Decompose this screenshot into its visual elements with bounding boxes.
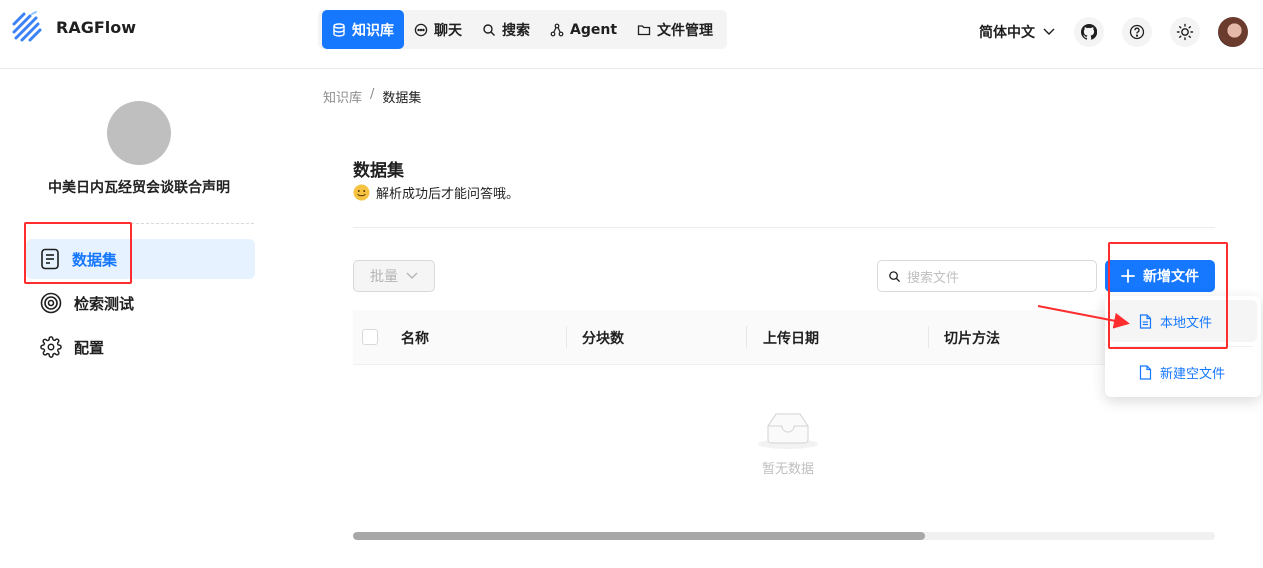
menu-item-new-empty-file[interactable]: 新建空文件 <box>1109 351 1257 393</box>
nav-chat[interactable]: 聊天 <box>404 10 472 49</box>
new-file-label: 新增文件 <box>1143 269 1199 285</box>
main-nav: 知识库 聊天 搜索 Agent 文件管理 <box>318 10 728 49</box>
divider <box>353 227 1215 228</box>
chevron-down-icon <box>1043 28 1055 35</box>
scrollbar-thumb[interactable] <box>353 532 925 540</box>
subtitle-text: 解析成功后才能问答哦。 <box>376 187 520 202</box>
sidebar-item-config[interactable]: 配置 <box>26 327 255 367</box>
top-bar: RAGFlow 知识库 聊天 搜索 Agent 文件管理 简体中文 <box>0 0 1263 69</box>
column-separator <box>746 326 747 348</box>
column-separator <box>566 326 567 348</box>
help-button[interactable] <box>1122 17 1152 47</box>
sidebar-item-label: 数据集 <box>72 250 118 269</box>
kb-avatar <box>107 101 171 165</box>
language-label: 简体中文 <box>979 25 1035 41</box>
column-header-chunks[interactable]: 分块数 <box>582 328 624 348</box>
plus-icon <box>1121 269 1135 283</box>
agent-icon <box>550 23 564 36</box>
sidebar-item-retrieval-test[interactable]: 检索测试 <box>26 283 255 323</box>
sidebar-item-label: 配置 <box>74 338 105 357</box>
sidebar: 中美日内瓦经贸会谈联合声明 数据集 检索测试 配置 <box>0 69 270 568</box>
nav-label: 聊天 <box>434 22 462 39</box>
nav-label: 知识库 <box>352 22 394 39</box>
nav-agent[interactable]: Agent <box>540 10 627 49</box>
target-icon <box>40 292 62 314</box>
logo[interactable]: RAGFlow <box>10 10 136 44</box>
select-all-checkbox[interactable] <box>362 329 378 345</box>
search-placeholder: 搜索文件 <box>907 270 960 286</box>
page-subtitle: 解析成功后才能问答哦。 <box>353 183 519 202</box>
column-separator <box>928 326 929 348</box>
folder-icon <box>637 24 651 35</box>
menu-item-label: 新建空文件 <box>1160 366 1226 382</box>
column-header-name[interactable]: 名称 <box>401 328 429 348</box>
bulk-label: 批量 <box>370 269 398 285</box>
chevron-down-icon <box>406 272 418 279</box>
empty-inbox-icon <box>758 413 818 449</box>
sidebar-item-dataset[interactable]: 数据集 <box>26 239 255 279</box>
sidebar-item-label: 检索测试 <box>74 294 135 313</box>
breadcrumb-root[interactable]: 知识库 <box>323 87 362 106</box>
empty-text: 暂无数据 <box>761 462 814 477</box>
annotation-arrow-icon <box>1037 305 1130 329</box>
theme-toggle[interactable] <box>1170 17 1200 47</box>
ragflow-logo-icon <box>12 11 42 42</box>
breadcrumb-current: 数据集 <box>382 91 422 106</box>
chat-icon <box>414 23 428 36</box>
empty-state: 暂无数据 <box>740 408 836 477</box>
nav-knowledge-base[interactable]: 知识库 <box>322 10 404 49</box>
nav-label: 文件管理 <box>657 22 714 39</box>
column-header-parse-method[interactable]: 切片方法 <box>944 328 1000 348</box>
nav-search[interactable]: 搜索 <box>472 10 540 49</box>
divider <box>26 223 254 224</box>
column-header-upload-date[interactable]: 上传日期 <box>763 328 819 348</box>
sun-icon <box>1176 23 1194 41</box>
search-input[interactable]: 搜索文件 <box>877 260 1097 292</box>
file-icon <box>1139 364 1152 380</box>
database-icon <box>333 22 345 37</box>
nav-file-management[interactable]: 文件管理 <box>627 10 723 49</box>
breadcrumb-separator: / <box>370 87 375 102</box>
nav-label: Agent <box>570 21 618 38</box>
search-icon <box>483 23 495 36</box>
new-file-button[interactable]: 新增文件 <box>1105 260 1215 292</box>
file-icon <box>1139 313 1152 329</box>
document-icon <box>41 248 59 270</box>
divider <box>1113 346 1253 347</box>
breadcrumb: 知识库 / 数据集 <box>323 87 421 106</box>
nav-label: 搜索 <box>502 22 530 39</box>
page-title: 数据集 <box>353 161 404 181</box>
kb-name: 中美日内瓦经贸会谈联合声明 <box>48 180 230 196</box>
language-select[interactable]: 简体中文 <box>979 22 1055 42</box>
user-avatar[interactable] <box>1218 17 1248 47</box>
app-name: RAGFlow <box>56 17 137 37</box>
bulk-action-button[interactable]: 批量 <box>353 260 435 292</box>
help-icon <box>1129 24 1145 40</box>
gear-icon <box>40 336 62 358</box>
smile-icon <box>353 184 370 201</box>
github-button[interactable] <box>1074 17 1104 47</box>
search-icon <box>889 270 901 282</box>
menu-item-label: 本地文件 <box>1160 315 1213 331</box>
github-icon <box>1081 24 1097 40</box>
